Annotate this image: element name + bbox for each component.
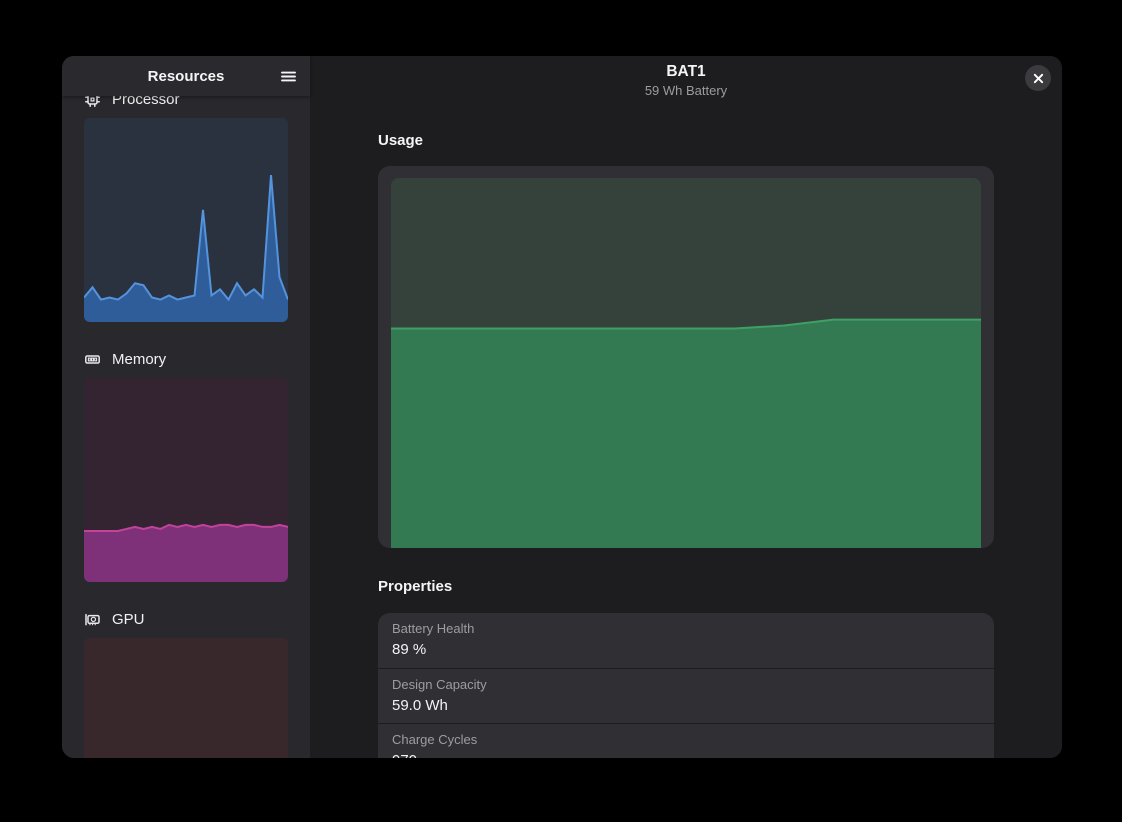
app-title: Resources — [148, 68, 225, 85]
property-row-battery-health: Battery Health 89 % — [378, 613, 994, 668]
sidebar-item-label: Processor — [112, 96, 180, 108]
detail-subtitle: 59 Wh Battery — [310, 82, 1062, 99]
usage-section-heading: Usage — [378, 132, 423, 149]
property-row-charge-cycles: Charge Cycles 970 — [378, 723, 994, 758]
property-value: 59.0 Wh — [392, 696, 980, 715]
close-button[interactable] — [1025, 65, 1051, 91]
properties-card: Battery Health 89 % Design Capacity 59.0… — [378, 613, 994, 758]
property-value: 89 % — [392, 640, 980, 659]
properties-section-heading: Properties — [378, 578, 452, 595]
property-row-design-capacity: Design Capacity 59.0 Wh — [378, 668, 994, 723]
battery-charge-row: Battery Charge 76 % (Charging) — [378, 166, 994, 548]
gpu-sparkline — [84, 638, 288, 758]
property-label: Battery Health — [392, 621, 980, 637]
close-icon — [1033, 73, 1044, 84]
main-menu-button[interactable] — [276, 64, 300, 88]
sidebar-item-gpu[interactable]: GPU — [70, 599, 302, 758]
hamburger-menu-icon — [280, 68, 297, 85]
sidebar-item-label: GPU — [112, 611, 145, 628]
sidebar-list: Processor Memory — [62, 96, 310, 758]
property-value: 970 — [392, 751, 980, 758]
memory-icon — [84, 351, 101, 368]
property-label: Design Capacity — [392, 677, 980, 693]
sidebar: Resources Processor — [62, 56, 310, 758]
battery-detail-panel: BAT1 59 Wh Battery Usage Battery Charge … — [310, 56, 1062, 758]
sidebar-header: Resources — [62, 56, 310, 96]
sidebar-item-processor[interactable]: Processor — [70, 96, 302, 336]
battery-charge-chart — [391, 178, 981, 548]
property-label: Charge Cycles — [392, 732, 980, 748]
detail-header: BAT1 59 Wh Battery — [310, 62, 1062, 99]
resources-app-window: Resources Processor — [62, 56, 1062, 758]
gpu-icon — [84, 611, 101, 628]
processor-sparkline — [84, 118, 288, 322]
detail-title: BAT1 — [310, 62, 1062, 82]
cpu-icon — [84, 96, 101, 108]
sidebar-item-label: Memory — [112, 351, 166, 368]
usage-card: Battery Charge 76 % (Charging) Power Usa… — [378, 166, 994, 548]
memory-sparkline — [84, 378, 288, 582]
sidebar-item-memory[interactable]: Memory — [70, 339, 302, 596]
